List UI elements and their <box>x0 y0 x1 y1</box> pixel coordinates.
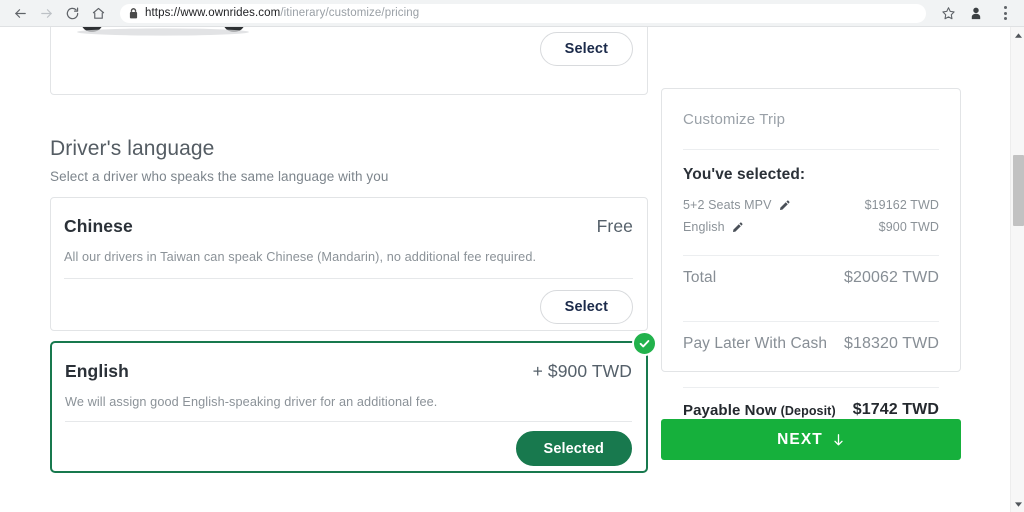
language-name: English <box>65 361 129 381</box>
address-bar[interactable]: https://www.ownrides.com/itinerary/custo… <box>120 3 926 23</box>
summary-pay-later-row: Pay Later With Cash $18320 TWD <box>683 322 939 366</box>
summary-total-row: Total $20062 TWD <box>683 256 939 300</box>
page-subtitle: Select a driver who speaks the same lang… <box>50 169 389 184</box>
summary-item-value: $19162 TWD <box>864 198 939 212</box>
vertical-scrollbar[interactable] <box>1010 27 1024 512</box>
language-card-divider <box>65 421 632 422</box>
language-description: We will assign good English-speaking dri… <box>65 395 438 409</box>
summary-pay-later-value: $18320 TWD <box>844 335 939 352</box>
arrow-down-icon <box>832 433 845 447</box>
browser-toolbar: https://www.ownrides.com/itinerary/custo… <box>0 0 1024 27</box>
edit-pencil-icon[interactable] <box>732 222 743 233</box>
language-description: All our drivers in Taiwan can speak Chin… <box>64 250 537 264</box>
next-button[interactable]: NEXT <box>661 419 961 460</box>
scroll-down-arrow-icon[interactable] <box>1011 497 1024 511</box>
page-viewport: Ownrides Select Driver's language Select… <box>0 27 1010 512</box>
summary-total-value: $20062 TWD <box>844 269 939 286</box>
summary-payable-value: $1742 TWD <box>852 401 939 418</box>
summary-payable-label: Payable Now <box>683 401 777 419</box>
language-option-chinese[interactable]: Chinese Free All our drivers in Taiwan c… <box>50 197 648 331</box>
language-select-button-chinese[interactable]: Select <box>539 290 633 324</box>
summary-item-label: 5+2 Seats MPV <box>683 198 772 212</box>
forward-icon[interactable] <box>34 1 58 25</box>
page-title: Driver's language <box>50 137 215 160</box>
profile-avatar-icon[interactable] <box>964 1 988 25</box>
summary-panel-title: Customize Trip <box>683 111 786 128</box>
summary-item-label: English <box>683 220 725 234</box>
trip-summary-panel: Customize Trip You've selected: 5+2 Seat… <box>661 88 961 419</box>
language-price: + $900 TWD <box>532 361 632 381</box>
summary-item-value: $900 TWD <box>878 220 939 234</box>
toolbar-right-actions <box>932 1 1016 25</box>
url-path: /itinerary/customize/pricing <box>280 6 420 19</box>
check-circle-icon <box>632 331 657 356</box>
language-selected-button-english[interactable]: Selected <box>515 431 632 466</box>
language-card-divider <box>64 278 633 279</box>
scroll-up-arrow-icon[interactable] <box>1011 28 1024 42</box>
vehicle-select-button[interactable]: Select <box>539 32 633 66</box>
summary-payable-now-row: Payable Now (Deposit) $1742 TWD <box>683 388 939 419</box>
reload-icon[interactable] <box>60 1 84 25</box>
language-card-header: Chinese Free <box>64 216 633 237</box>
back-icon[interactable] <box>8 1 32 25</box>
vehicle-option-card[interactable]: Ownrides Select <box>50 27 648 95</box>
summary-selected-items: 5+2 Seats MPV $19162 TWD English $900 TW… <box>683 198 939 234</box>
summary-total-label: Total <box>683 269 717 286</box>
home-icon[interactable] <box>86 1 110 25</box>
list-item: English $900 TWD <box>683 220 939 234</box>
vehicle-photo: Ownrides <box>64 27 262 36</box>
language-name: Chinese <box>64 216 133 236</box>
language-option-english[interactable]: English + $900 TWD We will assign good E… <box>50 331 657 473</box>
summary-divider <box>683 149 939 150</box>
summary-pay-later-label: Pay Later With Cash <box>683 335 828 352</box>
url-text: https://www.ownrides.com/itinerary/custo… <box>145 4 419 23</box>
edit-pencil-icon[interactable] <box>779 200 790 211</box>
lock-icon <box>129 7 138 19</box>
language-card-header: English + $900 TWD <box>65 361 632 382</box>
bookmark-star-icon[interactable] <box>936 1 960 25</box>
scrollbar-thumb[interactable] <box>1013 155 1024 226</box>
url-domain: https://www.ownrides.com <box>145 6 281 19</box>
language-price: Free <box>596 216 633 236</box>
list-item: 5+2 Seats MPV $19162 TWD <box>683 198 939 212</box>
next-button-label: NEXT <box>777 430 823 448</box>
summary-payable-sublabel: (Deposit) <box>780 403 836 418</box>
browser-menu-icon[interactable] <box>996 3 1014 23</box>
summary-selected-heading: You've selected: <box>683 166 806 183</box>
